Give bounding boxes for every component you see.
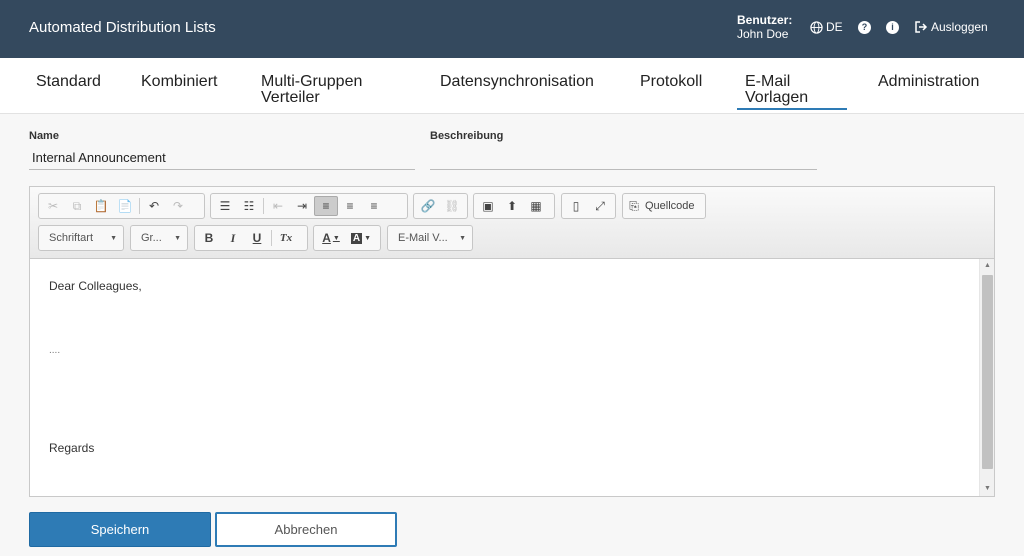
align-center-icon[interactable]: ≡ (338, 196, 362, 216)
globe-icon (810, 20, 823, 34)
description-label: Beschreibung (430, 130, 504, 142)
tab-administration[interactable]: Administration (878, 74, 979, 90)
paste-icon[interactable]: 📋 (89, 196, 113, 216)
editor-scrollbar[interactable]: ▲ ▼ (979, 259, 994, 496)
save-button[interactable]: Speichern (29, 512, 211, 547)
chevron-down-icon: ▼ (459, 234, 466, 242)
tab-multi-gruppen[interactable]: Multi-Gruppen Verteiler (261, 74, 391, 106)
redo-icon[interactable]: ↷ (166, 196, 190, 216)
italic-button[interactable]: I (221, 228, 245, 248)
link-group: 🔗 ⛓ (413, 193, 468, 219)
editor-content[interactable]: Dear Colleagues, .... Regards (30, 259, 978, 496)
name-label: Name (29, 130, 59, 142)
font-size-value: Gr... (141, 232, 162, 244)
language-label: DE (826, 20, 843, 34)
tab-datensynchronisation[interactable]: Datensynchronisation (440, 74, 594, 90)
paste-text-icon[interactable]: 📄 (113, 196, 137, 216)
show-blocks-icon[interactable]: ▯ (564, 196, 588, 216)
app-title: Automated Distribution Lists (29, 19, 216, 36)
background-color-button[interactable]: A ▼ (346, 228, 376, 248)
rich-text-editor: ✂ ⧉ 📋 📄 ↶ ↷ ☰ ☷ ⇤ ⇥ ≡ ≡ ≡ 🔗 ⛓ ▣ ⬆ ▦ ▯ ⤢ … (29, 186, 995, 497)
source-label: Quellcode (645, 200, 695, 212)
undo-icon[interactable]: ↶ (142, 196, 166, 216)
tools-group: ▯ ⤢ (561, 193, 616, 219)
name-field[interactable] (29, 146, 415, 170)
logout-icon (915, 21, 928, 33)
email-template-select[interactable]: E-Mail V... ▼ (387, 225, 473, 251)
copy-icon[interactable]: ⧉ (65, 196, 89, 216)
scroll-thumb[interactable] (982, 275, 993, 469)
main-tabs: Standard Kombiniert Multi-Gruppen Vertei… (0, 58, 1024, 114)
bold-button[interactable]: B (197, 228, 221, 248)
underline-button[interactable]: U (245, 228, 269, 248)
text-color-button[interactable]: A ▼ (316, 228, 346, 248)
font-size-select[interactable]: Gr... ▼ (130, 225, 188, 251)
info-icon[interactable]: i (886, 21, 899, 34)
logout-button[interactable]: Ausloggen (914, 20, 988, 34)
link-icon[interactable]: 🔗 (416, 196, 440, 216)
user-name: John Doe (737, 27, 789, 41)
font-family-select[interactable]: Schriftart ▼ (38, 225, 124, 251)
numbered-list-icon[interactable]: ☰ (213, 196, 237, 216)
tab-standard[interactable]: Standard (36, 74, 101, 90)
tab-protokoll[interactable]: Protokoll (640, 74, 702, 90)
bg-color-glyph: A (350, 232, 363, 244)
chevron-down-icon: ▼ (174, 234, 181, 242)
outdent-icon[interactable]: ⇤ (266, 196, 290, 216)
align-right-icon[interactable]: ≡ (362, 196, 386, 216)
unlink-icon[interactable]: ⛓ (440, 196, 464, 216)
toolbar-separator (263, 198, 264, 214)
text-color-glyph: A (322, 231, 331, 245)
source-icon: ⎘ (629, 198, 639, 213)
chevron-down-icon: ▼ (110, 234, 117, 242)
user-label: Benutzer: (737, 13, 793, 27)
indent-icon[interactable]: ⇥ (290, 196, 314, 216)
cancel-button[interactable]: Abbrechen (215, 512, 397, 547)
clipboard-group: ✂ ⧉ 📋 📄 ↶ ↷ (38, 193, 205, 219)
scroll-up-icon[interactable]: ▲ (980, 259, 995, 273)
upload-icon[interactable]: ⬆ (500, 196, 524, 216)
bulleted-list-icon[interactable]: ☷ (237, 196, 261, 216)
editor-line-closing: Regards (49, 441, 95, 455)
editor-line-greeting: Dear Colleagues, (49, 279, 142, 293)
color-group: A ▼ A ▼ (313, 225, 381, 251)
source-button[interactable]: ⎘ Quellcode (622, 193, 706, 219)
tab-kombiniert[interactable]: Kombiniert (141, 74, 217, 90)
maximize-icon[interactable]: ⤢ (588, 196, 612, 216)
description-field[interactable] (430, 146, 817, 170)
table-icon[interactable]: ▦ (524, 196, 548, 216)
editor-line-placeholder: .... (49, 345, 61, 356)
toolbar-separator (139, 198, 140, 214)
user-info: Benutzer: John Doe (737, 13, 792, 41)
chevron-down-icon: ▼ (332, 234, 340, 242)
cut-icon[interactable]: ✂ (41, 196, 65, 216)
basic-style-group: B I U Tx (194, 225, 308, 251)
scroll-down-icon[interactable]: ▼ (980, 482, 995, 496)
align-left-icon[interactable]: ≡ (314, 196, 338, 216)
insert-group: ▣ ⬆ ▦ (473, 193, 555, 219)
logout-label: Ausloggen (931, 20, 988, 34)
image-icon[interactable]: ▣ (476, 196, 500, 216)
language-switch[interactable]: DE (810, 20, 843, 34)
email-template-value: E-Mail V... (398, 232, 448, 244)
editor-toolbar: ✂ ⧉ 📋 📄 ↶ ↷ ☰ ☷ ⇤ ⇥ ≡ ≡ ≡ 🔗 ⛓ ▣ ⬆ ▦ ▯ ⤢ … (30, 187, 994, 259)
paragraph-group: ☰ ☷ ⇤ ⇥ ≡ ≡ ≡ (210, 193, 408, 219)
help-icon[interactable]: ? (858, 21, 871, 34)
font-family-value: Schriftart (49, 232, 94, 244)
top-bar: Automated Distribution Lists Benutzer: J… (0, 0, 1024, 58)
toolbar-separator (271, 230, 272, 246)
chevron-down-icon: ▼ (364, 234, 372, 242)
tab-email-vorlagen[interactable]: E-Mail Vorlagen (737, 74, 847, 110)
remove-format-button[interactable]: Tx (274, 228, 298, 248)
